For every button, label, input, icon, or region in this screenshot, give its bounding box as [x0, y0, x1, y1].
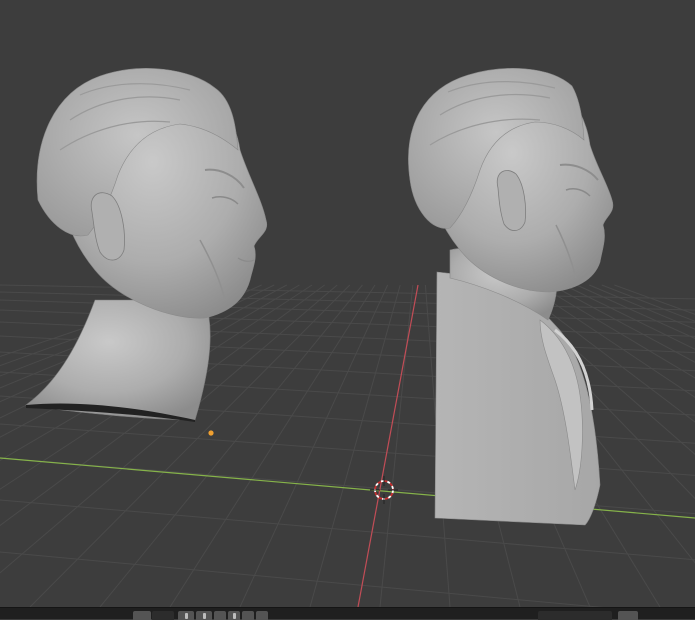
head-sculpt[interactable] — [25, 68, 268, 422]
mouse-middle-icon — [203, 613, 206, 619]
status-bar — [0, 607, 695, 620]
3d-cursor-icon[interactable] — [370, 476, 398, 504]
origin-point-icon[interactable] — [208, 430, 214, 436]
y-axis-line — [357, 284, 419, 607]
mouse-left-icon — [185, 613, 188, 619]
grid-line — [0, 551, 604, 607]
grid-line — [379, 284, 414, 607]
viewport-canvas[interactable] — [0, 0, 695, 607]
mouse-right-icon — [233, 613, 236, 619]
3d-viewport[interactable] — [0, 0, 695, 607]
